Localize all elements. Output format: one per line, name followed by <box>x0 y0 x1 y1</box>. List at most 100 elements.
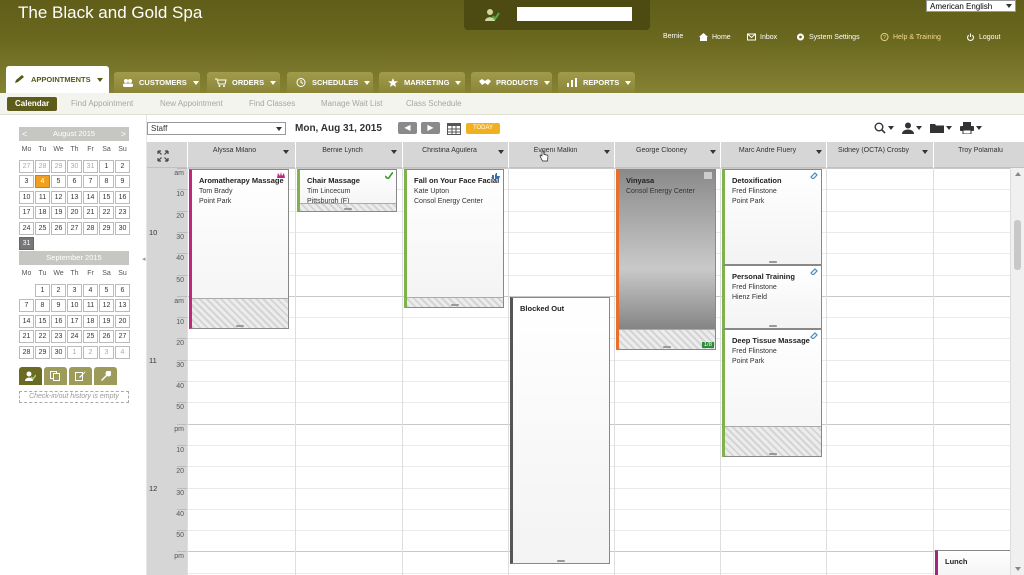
subnav-new-appointment[interactable]: New Appointment <box>160 97 223 111</box>
prev-month-button[interactable]: < <box>22 127 27 141</box>
staff-column-header[interactable]: Evgeni Malkin <box>508 142 614 168</box>
scroll-down-icon[interactable] <box>1015 567 1021 571</box>
calendar-day[interactable]: 29 <box>51 159 66 173</box>
calendar-day[interactable]: 14 <box>83 190 98 204</box>
subnav-class-schedule[interactable]: Class Schedule <box>406 97 462 111</box>
calendar-day[interactable]: 25 <box>83 330 98 343</box>
scroll-thumb[interactable] <box>1014 220 1021 270</box>
sidebar-tab-tools[interactable] <box>94 367 117 385</box>
calendar-day[interactable]: 4 <box>83 283 98 297</box>
calendar-day[interactable]: 10 <box>67 299 82 312</box>
calendar-day[interactable]: 29 <box>35 345 50 359</box>
calendar-day[interactable]: 17 <box>19 206 34 219</box>
staff-column-header[interactable]: Christina Aguilera <box>402 142 508 168</box>
calendar-day[interactable]: 13 <box>67 190 82 204</box>
resize-handle[interactable] <box>451 304 459 306</box>
calendar-day[interactable]: 28 <box>19 345 34 359</box>
tab-customers[interactable]: CUSTOMERS <box>114 72 200 93</box>
subnav-find-classes[interactable]: Find Classes <box>249 97 295 111</box>
calendar-day[interactable]: 28 <box>83 221 98 235</box>
calendar-day[interactable]: 9 <box>51 299 66 312</box>
calendar-day[interactable]: 12 <box>99 299 114 312</box>
calendar-day[interactable]: 31 <box>19 237 34 250</box>
checkin-input[interactable] <box>517 7 632 21</box>
calendar-day[interactable]: 30 <box>51 345 66 359</box>
schedule-grid[interactable]: Aromatherapy Massage Tom Brady Point Park C… <box>187 168 1010 575</box>
calendar-day[interactable]: 1 <box>99 159 114 173</box>
calendar-day[interactable]: 24 <box>19 221 34 235</box>
calendar-day[interactable]: 20 <box>115 314 130 328</box>
tab-schedules[interactable]: SCHEDULES <box>287 72 373 93</box>
calendar-day[interactable]: 1 <box>67 345 82 359</box>
calendar-day[interactable]: 23 <box>51 330 66 343</box>
appointment-block[interactable]: Personal Training Fred Flinstone Hienz Fie… <box>722 265 822 329</box>
calendar-day[interactable]: 4 <box>35 175 50 188</box>
calendar-day[interactable]: 3 <box>67 283 82 297</box>
resize-handle[interactable] <box>557 560 565 562</box>
language-select[interactable]: American English <box>926 0 1016 12</box>
calendar-grid-icon[interactable] <box>447 123 461 135</box>
calendar-day[interactable]: 27 <box>67 221 82 235</box>
scroll-up-icon[interactable] <box>1015 172 1021 176</box>
inbox-link[interactable]: Inbox <box>747 33 777 41</box>
calendar-day[interactable]: 5 <box>99 283 114 297</box>
calendar-day[interactable]: 3 <box>99 345 114 359</box>
prev-day-button[interactable]: ◀ <box>398 122 417 134</box>
tab-orders[interactable]: ORDERS <box>207 72 280 93</box>
chevron-down-icon[interactable] <box>604 150 610 154</box>
calendar-day[interactable]: 20 <box>67 206 82 219</box>
calendar-day[interactable]: 18 <box>35 206 50 219</box>
resize-handle[interactable] <box>769 453 777 455</box>
today-button[interactable]: TODAY <box>466 123 500 134</box>
resize-handle[interactable] <box>663 346 671 348</box>
tab-reports[interactable]: REPORTS <box>558 72 635 93</box>
calendar-day[interactable]: 13 <box>115 299 130 312</box>
appointment-block[interactable]: Lunch <box>935 550 1010 575</box>
resize-handle[interactable] <box>769 261 777 263</box>
calendar-day[interactable]: 21 <box>83 206 98 219</box>
logout-link[interactable]: Logout <box>966 33 1000 41</box>
chevron-down-icon[interactable] <box>498 150 504 154</box>
calendar-day[interactable]: 2 <box>83 345 98 359</box>
calendar-day[interactable]: 22 <box>35 330 50 343</box>
subnav-find-appointment[interactable]: Find Appointment <box>71 97 133 111</box>
calendar-day[interactable]: 2 <box>51 283 66 297</box>
staff-column-header[interactable]: Troy Polamalu <box>933 142 1024 168</box>
calendar-day[interactable]: 7 <box>83 175 98 188</box>
tab-appointments[interactable]: APPOINTMENTS <box>6 66 109 93</box>
view-menu[interactable] <box>930 122 952 134</box>
calendar-day[interactable]: 8 <box>35 299 50 312</box>
calendar-day[interactable]: 27 <box>115 330 130 343</box>
calendar-day[interactable]: 30 <box>67 159 82 173</box>
staff-column-header[interactable]: Marc Andre Fluery <box>720 142 826 168</box>
calendar-day[interactable]: 1 <box>35 283 50 297</box>
expand-icon[interactable] <box>157 150 169 162</box>
calendar-day[interactable]: 16 <box>51 314 66 328</box>
tab-marketing[interactable]: MARKETING <box>379 72 465 93</box>
print-menu[interactable] <box>960 122 982 134</box>
staff-select[interactable]: Staff <box>147 122 286 135</box>
calendar-day[interactable]: 17 <box>67 314 82 328</box>
calendar-day[interactable]: 5 <box>51 175 66 188</box>
calendar-day[interactable]: 29 <box>99 221 114 235</box>
chevron-down-icon[interactable] <box>816 150 822 154</box>
calendar-day[interactable]: 26 <box>51 221 66 235</box>
calendar-day[interactable]: 15 <box>35 314 50 328</box>
calendar-day[interactable]: 15 <box>99 190 114 204</box>
chevron-down-icon[interactable] <box>391 150 397 154</box>
calendar-day[interactable]: 28 <box>35 159 50 173</box>
appointment-block[interactable]: Detoxification Fred Flinstone Point Park <box>722 169 822 265</box>
resize-handle[interactable] <box>769 325 777 327</box>
user-link[interactable]: Bernie <box>663 33 683 40</box>
calendar-day[interactable]: 14 <box>19 314 34 328</box>
next-month-button[interactable]: > <box>121 127 126 141</box>
schedule-scrollbar[interactable] <box>1010 168 1024 575</box>
system-settings-link[interactable]: System Settings <box>796 33 860 41</box>
appointment-block[interactable]: Deep Tissue Massage Fred Flinstone Point P… <box>722 329 822 457</box>
home-link[interactable]: Home <box>699 33 731 41</box>
calendar-day[interactable]: 3 <box>19 175 34 188</box>
calendar-day[interactable]: 11 <box>83 299 98 312</box>
calendar-day[interactable]: 27 <box>19 159 34 173</box>
calendar-day[interactable]: 8 <box>99 175 114 188</box>
sidebar-tab-checkin[interactable] <box>19 367 42 385</box>
